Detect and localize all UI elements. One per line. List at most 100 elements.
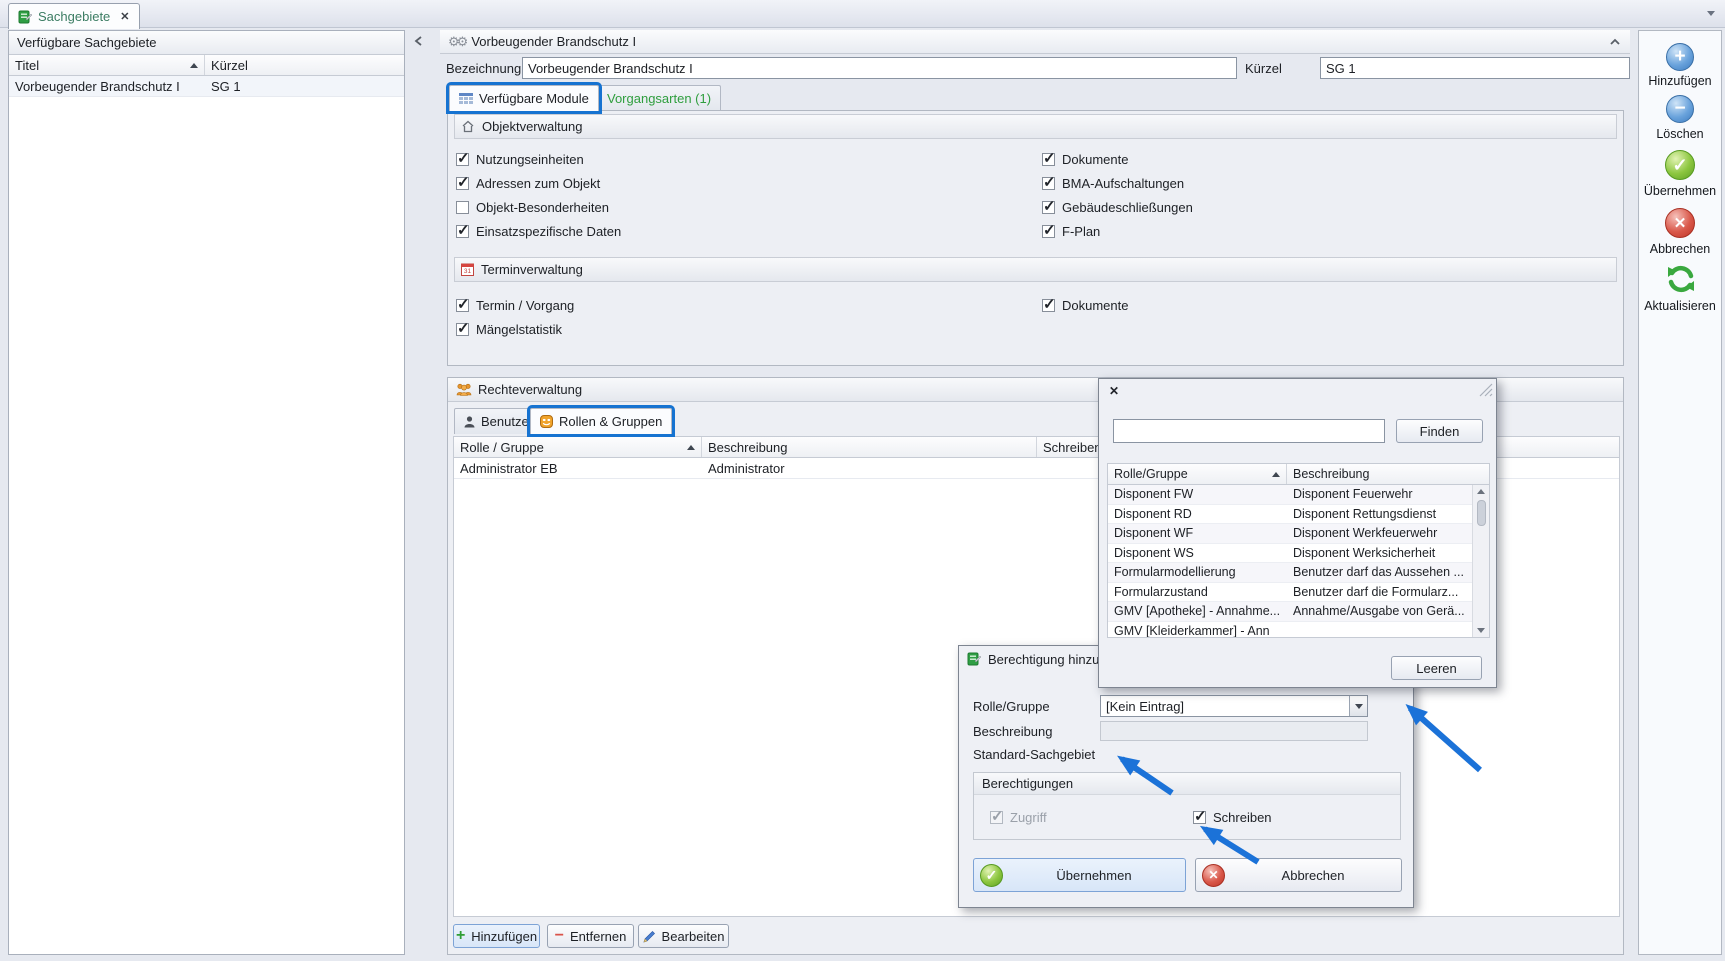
checkbox-adressen-zum-objekt[interactable]: Adressen zum Objekt bbox=[456, 175, 600, 191]
tab-rollen-gruppen[interactable]: Rollen & Gruppen bbox=[530, 408, 672, 434]
bezeichnung-input[interactable] bbox=[522, 57, 1237, 79]
left-panel: Verfügbare Sachgebiete Titel Kürzel Vorb… bbox=[8, 30, 405, 955]
gears-icon: ⚙⚙ bbox=[448, 30, 465, 53]
list-item[interactable]: GMV [Apotheke] - Annahme...Annahme/Ausga… bbox=[1108, 602, 1472, 622]
checkbox[interactable] bbox=[1042, 299, 1055, 312]
lookup-column-beschreibung[interactable]: Beschreibung bbox=[1287, 464, 1489, 484]
lookup-rows: Disponent FWDisponent Feuerwehr Disponen… bbox=[1108, 485, 1472, 637]
toolbar-uebernehmen-button[interactable]: ✓ bbox=[1665, 150, 1695, 180]
checkbox[interactable] bbox=[1042, 225, 1055, 238]
collapse-panel-icon[interactable] bbox=[1608, 35, 1622, 49]
list-item[interactable]: Disponent WSDisponent Werksicherheit bbox=[1108, 544, 1472, 564]
checkbox-f-plan[interactable]: F-Plan bbox=[1042, 223, 1100, 239]
scrollbar-thumb[interactable] bbox=[1477, 500, 1486, 526]
dialog-uebernehmen-button[interactable]: ✓ Übernehmen bbox=[973, 858, 1186, 892]
table-row-sachgebiet[interactable]: Vorbeugender Brandschutz I SG 1 bbox=[9, 76, 404, 97]
person-icon bbox=[464, 416, 475, 428]
entfernen-row-button[interactable]: − Entfernen bbox=[547, 924, 634, 948]
notebook-icon bbox=[18, 10, 32, 24]
checkbox-bma-aufschaltungen[interactable]: BMA-Aufschaltungen bbox=[1042, 175, 1184, 191]
section-terminverwaltung-header: 31 Terminverwaltung bbox=[454, 257, 1617, 282]
tab-strip: Sachgebiete ✕ bbox=[0, 0, 1725, 28]
tab-label: Sachgebiete bbox=[38, 9, 110, 24]
checkbox[interactable] bbox=[456, 177, 469, 190]
checkbox-maengelstatistik[interactable]: Mängelstatistik bbox=[456, 321, 562, 337]
checkbox-zugriff[interactable]: Zugriff bbox=[990, 809, 1047, 825]
lookup-search-input[interactable] bbox=[1113, 419, 1385, 443]
tab-overflow-icon[interactable] bbox=[1707, 11, 1715, 16]
checkbox-termin-vorgang[interactable]: Termin / Vorgang bbox=[456, 297, 574, 313]
scrollbar[interactable] bbox=[1472, 485, 1489, 637]
checkbox[interactable] bbox=[1042, 153, 1055, 166]
kuerzel-label: Kürzel bbox=[1245, 61, 1282, 76]
checkbox-einsatzspezifische-daten[interactable]: Einsatzspezifische Daten bbox=[456, 223, 621, 239]
section-objektverwaltung-header: Objektverwaltung bbox=[454, 114, 1617, 139]
dialog-title: Berechtigung hinzuf bbox=[988, 652, 1103, 667]
checkbox[interactable] bbox=[1042, 201, 1055, 214]
lookup-column-rolle-gruppe[interactable]: Rolle/Gruppe bbox=[1108, 464, 1287, 484]
left-table-header: Titel Kürzel bbox=[9, 55, 404, 76]
right-toolbar: + Hinzufügen − Löschen ✓ Übernehmen ✕ Ab… bbox=[1638, 30, 1722, 955]
checkbox-nutzungseinheiten[interactable]: Nutzungseinheiten bbox=[456, 151, 584, 167]
toolbar-abbrechen-button[interactable]: ✕ bbox=[1665, 208, 1695, 238]
toolbar-aktualisieren-label: Aktualisieren bbox=[1639, 299, 1721, 313]
checkbox[interactable] bbox=[456, 225, 469, 238]
column-header-beschreibung[interactable]: Beschreibung bbox=[702, 437, 1037, 457]
group-icon bbox=[456, 383, 472, 396]
main-panel-title: Vorbeugender Brandschutz I bbox=[471, 30, 636, 53]
tab-verfuegbare-module[interactable]: Verfügbare Module bbox=[449, 85, 599, 111]
bezeichnung-label: Bezeichnung bbox=[446, 61, 521, 76]
column-header-rolle-gruppe[interactable]: Rolle / Gruppe bbox=[454, 437, 702, 457]
checkbox-dokumente-termin[interactable]: Dokumente bbox=[1042, 297, 1128, 313]
leeren-button[interactable]: Leeren bbox=[1391, 656, 1482, 680]
toolbar-abbrechen-label: Abbrechen bbox=[1639, 242, 1721, 256]
column-header-titel[interactable]: Titel bbox=[9, 55, 205, 75]
checkbox[interactable] bbox=[456, 201, 469, 214]
bearbeiten-row-button[interactable]: Bearbeiten bbox=[638, 924, 729, 948]
rolle-gruppe-combobox[interactable]: [Kein Eintrag] bbox=[1100, 695, 1368, 717]
checkbox[interactable] bbox=[456, 153, 469, 166]
hinzufuegen-row-button[interactable]: + Hinzufügen bbox=[453, 924, 540, 948]
checkbox-schreiben[interactable]: Schreiben bbox=[1193, 809, 1272, 825]
list-item[interactable]: FormularzustandBenutzer darf die Formula… bbox=[1108, 583, 1472, 603]
main-panel-header: ⚙⚙ Vorbeugender Brandschutz I bbox=[440, 30, 1630, 54]
list-item[interactable]: Disponent WFDisponent Werkfeuerwehr bbox=[1108, 524, 1472, 544]
list-item[interactable]: Disponent FWDisponent Feuerwehr bbox=[1108, 485, 1472, 505]
checkbox[interactable] bbox=[456, 323, 469, 336]
checkbox[interactable] bbox=[1042, 177, 1055, 190]
chevron-left-icon bbox=[411, 33, 427, 49]
refresh-icon[interactable] bbox=[1665, 263, 1697, 295]
scroll-down-icon[interactable] bbox=[1477, 628, 1485, 633]
resize-grip-icon[interactable] bbox=[1478, 382, 1493, 397]
column-header-kuerzel[interactable]: Kürzel bbox=[205, 55, 404, 75]
pencil-icon bbox=[643, 930, 656, 943]
list-item[interactable]: GMV [Kleiderkammer] - Ann bbox=[1108, 622, 1472, 638]
kuerzel-input[interactable] bbox=[1320, 57, 1630, 79]
combobox-dropdown-button[interactable] bbox=[1349, 696, 1367, 716]
tab-sachgebiete[interactable]: Sachgebiete ✕ bbox=[8, 3, 140, 29]
checkbox bbox=[990, 811, 1003, 824]
tab-vorgangsarten[interactable]: Vorgangsarten (1) bbox=[578, 85, 721, 111]
list-item[interactable]: Disponent RDDisponent Rettungsdienst bbox=[1108, 505, 1472, 525]
list-item[interactable]: FormularmodellierungBenutzer darf das Au… bbox=[1108, 563, 1472, 583]
toolbar-hinzufuegen-button[interactable]: + bbox=[1666, 43, 1694, 71]
finden-button[interactable]: Finden bbox=[1396, 419, 1483, 443]
sort-ascending-icon bbox=[190, 63, 198, 68]
checkbox-objekt-besonderheiten[interactable]: Objekt-Besonderheiten bbox=[456, 199, 609, 215]
toolbar-loeschen-label: Löschen bbox=[1639, 127, 1721, 141]
mask-icon bbox=[540, 415, 553, 428]
rolle-lookup-popup: ✕ Finden Rolle/Gruppe Beschreibung Dispo… bbox=[1098, 378, 1497, 688]
toolbar-loeschen-button[interactable]: − bbox=[1666, 95, 1694, 123]
popup-close-icon[interactable]: ✕ bbox=[1109, 384, 1119, 398]
checkbox-dokumente-objekt[interactable]: Dokumente bbox=[1042, 151, 1128, 167]
checkbox[interactable] bbox=[456, 299, 469, 312]
checkbox[interactable] bbox=[1193, 811, 1206, 824]
checkbox-gebaeudeschliessungen[interactable]: Gebäudeschließungen bbox=[1042, 199, 1193, 215]
svg-text:31: 31 bbox=[464, 268, 472, 275]
beschreibung-input[interactable] bbox=[1100, 721, 1368, 741]
close-tab-icon[interactable]: ✕ bbox=[120, 10, 129, 23]
rechteverwaltung-title: Rechteverwaltung bbox=[478, 378, 582, 401]
dialog-abbrechen-button[interactable]: ✕ Abbrechen bbox=[1195, 858, 1402, 892]
collapse-left-panel-button[interactable] bbox=[411, 33, 427, 49]
scroll-up-icon[interactable] bbox=[1477, 489, 1485, 494]
